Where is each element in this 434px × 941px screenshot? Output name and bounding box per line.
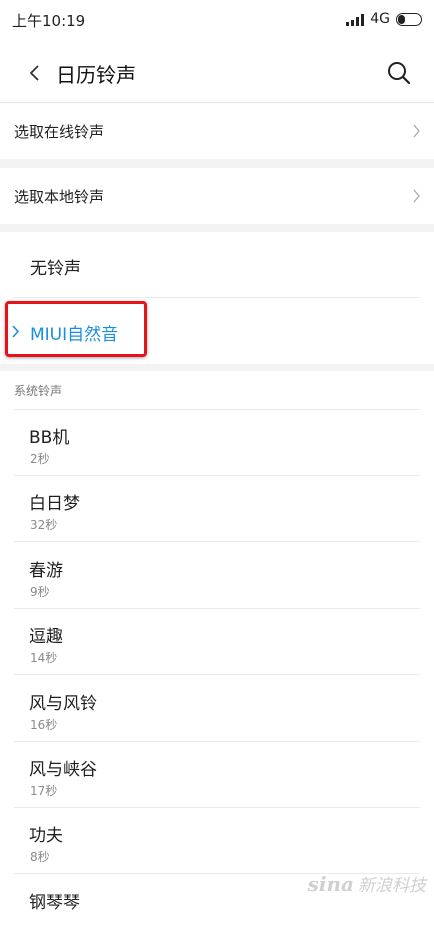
chevron-right-icon: [413, 189, 420, 203]
section-gap: [0, 364, 434, 371]
signal-icon: [346, 13, 365, 26]
ringtone-duration: 32秒: [30, 518, 58, 532]
ringtone-name: 春游: [29, 561, 63, 581]
ringtone-name: BB机: [29, 428, 70, 448]
ringtone-duration: 2秒: [30, 452, 50, 466]
page-title: 日历铃声: [56, 63, 136, 87]
app-header: 日历铃声: [0, 44, 434, 102]
section-gap: [0, 224, 434, 232]
ringtone-name: 逗趣: [29, 627, 63, 647]
ringtone-duration: 8秒: [30, 850, 50, 864]
ringtone-name: 功夫: [29, 826, 63, 846]
ringtone-item[interactable]: 白日梦 32秒: [0, 476, 434, 542]
annotation-highlight-box: [5, 301, 147, 357]
option-label: 无铃声: [30, 259, 81, 279]
sina-watermark: sina 新浪科技: [308, 871, 426, 896]
ringtone-item[interactable]: 春游 9秒: [0, 543, 434, 609]
search-icon[interactable]: [386, 60, 412, 86]
network-type: 4G: [370, 11, 390, 27]
online-ringtone-label: 选取在线铃声: [14, 123, 105, 141]
option-no-ringtone[interactable]: 无铃声: [0, 232, 434, 298]
battery-icon: [396, 12, 422, 26]
ringtone-item[interactable]: 风与风铃 16秒: [0, 676, 434, 742]
ringtone-item[interactable]: 风与峡谷 17秒: [0, 742, 434, 808]
local-ringtone-label: 选取本地铃声: [14, 188, 105, 206]
local-ringtone-link[interactable]: 选取本地铃声: [0, 168, 434, 224]
ringtone-name: 白日梦: [29, 494, 80, 514]
section-gap: [0, 159, 434, 168]
status-time: 上午10:19: [12, 12, 86, 30]
back-arrow-icon[interactable]: [26, 62, 46, 84]
ringtone-duration: 16秒: [30, 718, 58, 732]
ringtone-name: 风与风铃: [29, 694, 97, 714]
ringtone-item[interactable]: 功夫 8秒: [0, 808, 434, 874]
status-indicators: 4G: [346, 9, 422, 29]
chevron-right-icon: [413, 124, 420, 138]
ringtone-item[interactable]: BB机 2秒: [0, 410, 434, 476]
ringtone-duration: 17秒: [30, 784, 58, 798]
ringtone-duration: 14秒: [30, 651, 58, 665]
ringtone-duration: 9秒: [30, 585, 50, 599]
sina-logo: sina: [307, 872, 354, 896]
section-title: 系统铃声: [14, 384, 63, 398]
ringtone-name: 风与峡谷: [29, 760, 97, 780]
online-ringtone-link[interactable]: 选取在线铃声: [0, 103, 434, 159]
ringtone-item[interactable]: 逗趣 14秒: [0, 609, 434, 675]
watermark-text: 新浪科技: [358, 876, 426, 896]
status-bar: 上午10:19 4G: [0, 0, 434, 40]
